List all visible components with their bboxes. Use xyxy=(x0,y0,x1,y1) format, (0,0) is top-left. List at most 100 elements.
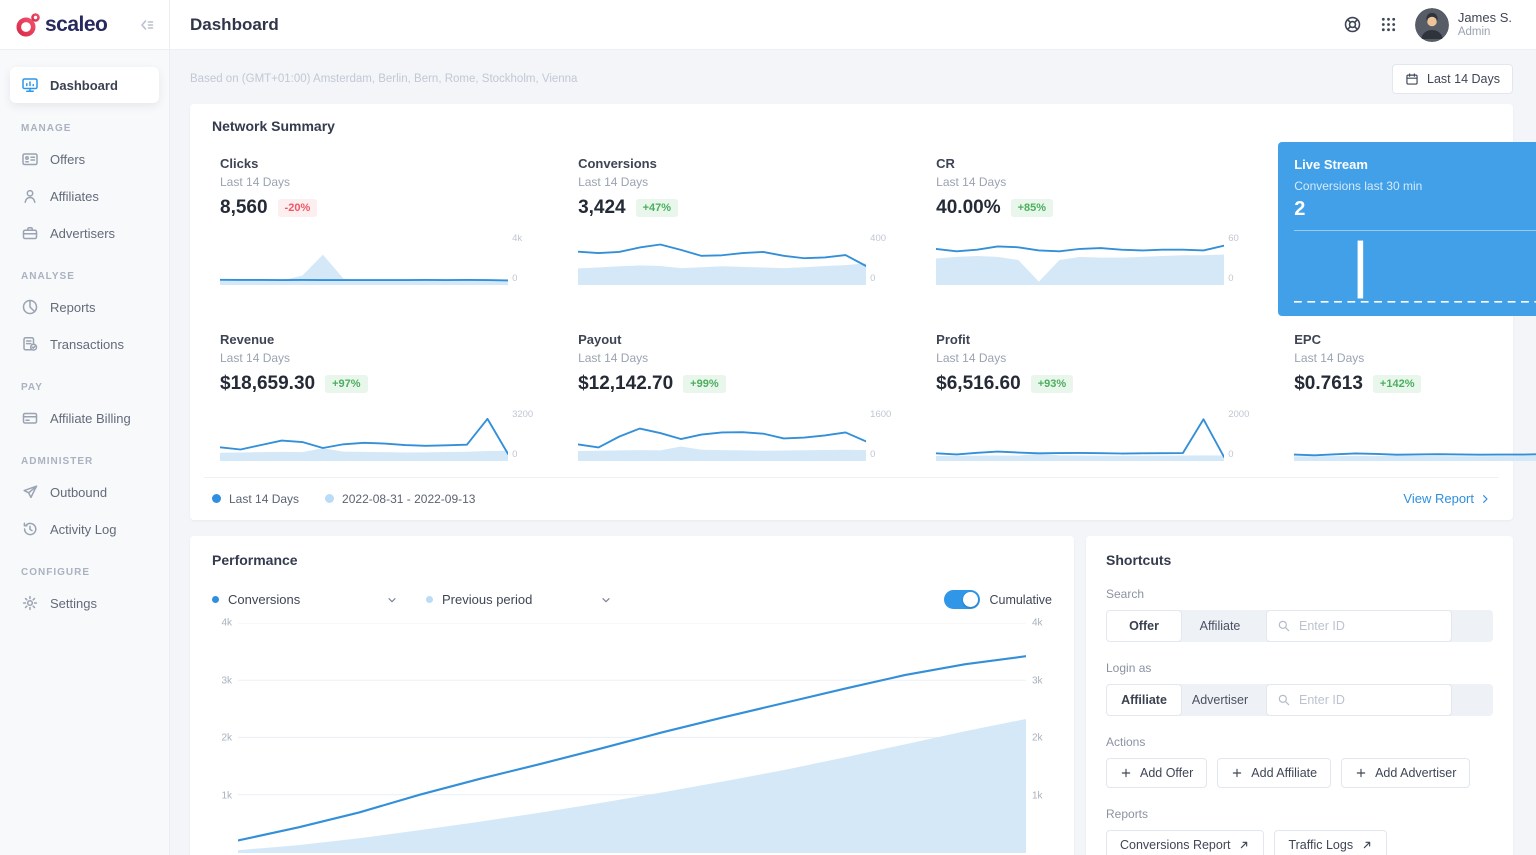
metric-delta-badge: +85% xyxy=(1010,199,1054,217)
toolbar-row: Based on (GMT+01:00) Amsterdam, Berlin, … xyxy=(190,60,1513,98)
help-lifebuoy-icon[interactable] xyxy=(1343,15,1362,34)
transactions-icon xyxy=(21,335,39,353)
search-tab-affiliate[interactable]: Affiliate xyxy=(1182,611,1258,641)
metric-title: CR xyxy=(936,156,955,171)
sidebar-collapse-icon[interactable] xyxy=(138,16,156,34)
sidebar-item-reports[interactable]: Reports xyxy=(10,289,159,325)
search-segmented-control: Offer Affiliate xyxy=(1106,610,1493,642)
axis-min-label: 0 xyxy=(870,273,876,284)
brand-name: scaleo xyxy=(45,12,108,36)
sidebar-item-label: Dashboard xyxy=(50,77,118,93)
cumulative-label: Cumulative xyxy=(989,592,1052,607)
top-header: Dashboard James S. Admin xyxy=(170,0,1536,50)
metric-grid: Clicks Last 14 Days 8,560 -20% 4k 0 Conve… xyxy=(204,142,1536,469)
compare-select[interactable]: Previous period xyxy=(426,592,612,607)
sidebar-item-settings[interactable]: Settings xyxy=(10,585,159,621)
metric-period: Last 14 Days xyxy=(578,175,649,189)
avatar xyxy=(1414,7,1449,42)
metric-card-revenue[interactable]: Revenue Last 14 Days $18,659.30 +97% 320… xyxy=(204,318,552,469)
live-stream-subtitle: Conversions last 30 min xyxy=(1294,179,1423,193)
metric-title: Revenue xyxy=(220,332,275,347)
metric-card-payout[interactable]: Payout Last 14 Days $12,142.70 +99% 1600… xyxy=(562,318,910,469)
login-id-field xyxy=(1266,684,1452,716)
metric-card-clicks[interactable]: Clicks Last 14 Days 8,560 -20% 4k 0 xyxy=(204,142,552,316)
metric-card-cr[interactable]: CR Last 14 Days 40.00% +85% 60 0 xyxy=(920,142,1268,316)
page-title: Dashboard xyxy=(190,14,279,34)
user-role: Admin xyxy=(1457,26,1491,38)
metric-delta-badge: +97% xyxy=(325,375,368,393)
date-range-button[interactable]: Last 14 Days xyxy=(1392,64,1513,94)
sidebar-section-pay: PAY xyxy=(21,382,43,393)
sidebar-item-activity-log[interactable]: Activity Log xyxy=(10,511,159,547)
metric-select-value: Conversions xyxy=(228,592,301,607)
metric-period: Last 14 Days xyxy=(220,351,291,365)
legend-dot-current xyxy=(212,494,221,503)
traffic-logs-button[interactable]: Traffic Logs xyxy=(1274,830,1388,855)
activity-log-icon xyxy=(21,520,39,538)
plus-icon xyxy=(1120,767,1132,779)
axis-max-label: 4k xyxy=(512,233,523,244)
sidebar-item-affiliates[interactable]: Affiliates xyxy=(10,178,159,214)
date-range-label: Last 14 Days xyxy=(1427,72,1500,86)
sidebar-item-advertisers[interactable]: Advertisers xyxy=(10,215,159,251)
metric-delta-badge: +93% xyxy=(1030,375,1074,393)
sidebar-item-label: Reports xyxy=(50,299,96,315)
profit-sparkline-chart xyxy=(936,418,1225,461)
sidebar-item-dashboard[interactable]: Dashboard xyxy=(10,67,159,103)
axis-min-label: 0 xyxy=(1228,273,1234,284)
metric-select[interactable]: Conversions xyxy=(212,592,398,607)
login-tab-advertiser[interactable]: Advertiser xyxy=(1182,685,1258,715)
compare-select-value: Previous period xyxy=(442,592,533,607)
metric-period: Last 14 Days xyxy=(936,351,1007,365)
login-tab-affiliate[interactable]: Affiliate xyxy=(1106,684,1182,716)
metric-delta-badge: +142% xyxy=(1372,375,1422,393)
brand-logo[interactable]: scaleo xyxy=(15,12,108,38)
login-as-label: Login as xyxy=(1106,661,1152,675)
user-menu[interactable]: James S. Admin xyxy=(1414,7,1512,42)
add-offer-button[interactable]: Add Offer xyxy=(1106,758,1208,788)
add-affiliate-button[interactable]: Add Affiliate xyxy=(1217,758,1332,788)
add-advertiser-button[interactable]: Add Advertiser xyxy=(1341,758,1471,788)
axis-min-label: 0 xyxy=(512,449,518,460)
metric-value: $6,516.60 xyxy=(936,373,1021,394)
search-tab-offer[interactable]: Offer xyxy=(1106,610,1182,642)
cumulative-toggle[interactable] xyxy=(944,590,981,609)
offers-icon xyxy=(21,150,39,168)
login-id-input[interactable] xyxy=(1299,693,1441,707)
sidebar-item-outbound[interactable]: Outbound xyxy=(10,474,159,510)
metric-period: Last 14 Days xyxy=(220,175,291,189)
chart-legend: Last 14 Days 2022-08-31 - 2022-09-13 xyxy=(212,492,475,506)
sidebar-section-manage: MANAGE xyxy=(21,123,72,134)
sidebar-item-label: Offers xyxy=(50,151,86,167)
sidebar-section-administer: ADMINISTER xyxy=(21,456,94,467)
metric-title: Clicks xyxy=(220,156,259,171)
metric-card-conversions[interactable]: Conversions Last 14 Days 3,424 +47% 400 0 xyxy=(562,142,910,316)
view-report-link[interactable]: View Report xyxy=(1403,491,1491,506)
brand-logo-icon xyxy=(15,12,41,38)
performance-line-chart[interactable] xyxy=(238,623,1026,853)
conversions-report-button[interactable]: Conversions Report xyxy=(1106,830,1265,855)
cumulative-control: Cumulative xyxy=(944,590,1052,609)
metric-period: Last 14 Days xyxy=(578,351,649,365)
settings-icon xyxy=(21,594,39,612)
legend-current-period: Last 14 Days xyxy=(212,492,299,506)
metric-card-epc[interactable]: EPC Last 14 Days $0.7613 +142% 3.20 xyxy=(1278,318,1536,469)
sidebar-item-transactions[interactable]: Transactions xyxy=(10,326,159,362)
reports-buttons: Conversions Report Traffic Logs xyxy=(1106,830,1493,855)
sidebar-item-offers[interactable]: Offers xyxy=(10,141,159,177)
outbound-icon xyxy=(21,483,39,501)
timezone-note: Based on (GMT+01:00) Amsterdam, Berlin, … xyxy=(190,73,578,85)
live-stream-card[interactable]: Live Stream Conversions last 30 min 2 xyxy=(1278,142,1536,316)
conversions-sparkline-chart xyxy=(578,243,867,285)
sidebar-item-affiliate-billing[interactable]: Affiliate Billing xyxy=(10,400,159,436)
metric-delta-badge: -20% xyxy=(277,199,318,217)
metric-delta-badge: +99% xyxy=(683,375,726,393)
cr-sparkline-chart xyxy=(936,244,1225,285)
search-id-input[interactable] xyxy=(1299,619,1441,633)
apps-grid-icon[interactable] xyxy=(1380,16,1397,33)
sidebar-item-label: Activity Log xyxy=(50,521,117,537)
epc-sparkline-chart xyxy=(1294,452,1536,461)
metric-card-profit[interactable]: Profit Last 14 Days $6,516.60 +93% 2000 0 xyxy=(920,318,1268,469)
search-icon xyxy=(1277,619,1291,633)
sidebar-item-label: Advertisers xyxy=(50,225,116,241)
